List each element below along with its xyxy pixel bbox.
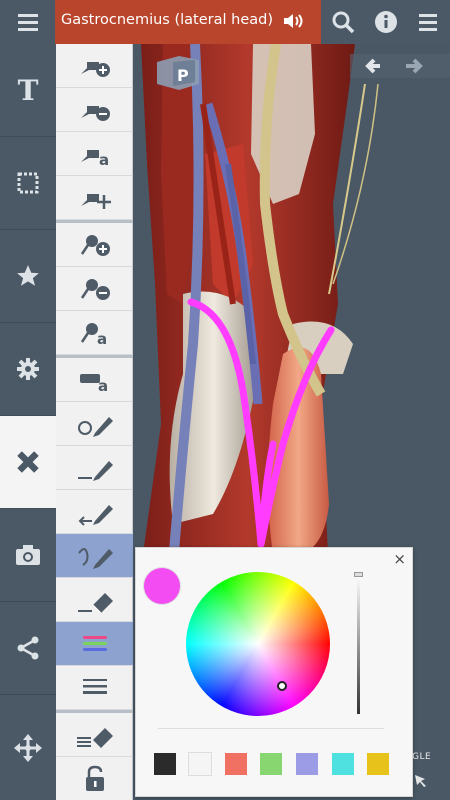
nav-draw[interactable]: [0, 416, 56, 509]
color-picker-panel: ×: [135, 547, 413, 797]
unlock-icon: [85, 765, 104, 791]
svg-text:a: a: [97, 330, 107, 347]
brightness-slider-knob[interactable]: [354, 572, 363, 577]
move-arrows-icon: [14, 733, 42, 762]
pencil-ruler-icon: [17, 451, 39, 473]
marker-add-icon: [80, 234, 110, 256]
camera-icon: [16, 545, 40, 565]
nav-text[interactable]: T: [0, 44, 56, 137]
marker-label-tool[interactable]: a: [56, 311, 133, 355]
star-icon: [17, 265, 39, 286]
menu-button[interactable]: [0, 0, 56, 44]
selection-frame-icon: [17, 172, 39, 194]
app-root: P Gastrocnemius (lateral head) T a a a ×…: [0, 0, 450, 800]
freehand-tool[interactable]: [56, 534, 133, 578]
menu-icon: [18, 14, 38, 31]
structure-title-bar[interactable]: Gastrocnemius (lateral head): [55, 0, 321, 44]
corner-label: GLE: [412, 752, 432, 762]
nav-select[interactable]: [0, 137, 56, 230]
close-icon[interactable]: ×: [393, 550, 406, 568]
freehand-pen-icon: [77, 547, 113, 569]
nav-settings[interactable]: [0, 323, 56, 416]
info-icon: [375, 11, 397, 33]
left-nav: T: [0, 44, 56, 800]
nav-favorites[interactable]: [0, 230, 56, 323]
pin-remove-icon: [80, 105, 110, 121]
move-pin-tool[interactable]: [56, 176, 133, 220]
info-button[interactable]: [366, 0, 406, 44]
swatch-black[interactable]: [154, 753, 176, 775]
overflow-menu-icon: [419, 14, 437, 31]
history-arrows: [350, 54, 450, 78]
text-label-tool[interactable]: a: [56, 358, 133, 402]
line-color-tool[interactable]: [56, 622, 133, 666]
top-bar: Gastrocnemius (lateral head): [0, 0, 450, 44]
swatch-cyan[interactable]: [332, 753, 354, 775]
line-colors-icon: [82, 635, 107, 651]
color-wheel[interactable]: [186, 572, 330, 716]
nav-move[interactable]: [0, 695, 56, 800]
nav-camera[interactable]: [0, 509, 56, 602]
line-width-icon: [82, 678, 107, 694]
clear-eraser-icon: [76, 727, 113, 748]
overflow-menu-button[interactable]: [408, 0, 448, 44]
eraser-icon: [77, 592, 113, 613]
speaker-icon[interactable]: [283, 12, 305, 30]
add-pin-tool[interactable]: [56, 44, 133, 88]
color-wheel-marker[interactable]: [277, 681, 287, 691]
search-button[interactable]: [323, 0, 363, 44]
line-width-tool[interactable]: [56, 666, 133, 710]
arrow-tool[interactable]: [56, 490, 133, 534]
nav-share[interactable]: [0, 602, 56, 695]
swatch-green[interactable]: [260, 753, 282, 775]
arrow-pen-icon: [78, 504, 113, 526]
svg-text:a: a: [99, 151, 109, 168]
eraser-tool[interactable]: [56, 578, 133, 622]
orientation-cube-label[interactable]: P: [177, 66, 189, 85]
swatch-red[interactable]: [225, 753, 247, 775]
pin-add-icon: [80, 61, 110, 77]
lock-tool[interactable]: [56, 757, 133, 800]
remove-pin-tool[interactable]: [56, 88, 133, 132]
pin-label-icon: a: [80, 149, 109, 168]
panel-divider: [158, 728, 384, 729]
swatch-yellow[interactable]: [367, 753, 389, 775]
circle-tool[interactable]: [56, 402, 133, 446]
search-icon: [332, 11, 355, 34]
pin-move-icon: [80, 193, 111, 209]
clear-drawing-tool[interactable]: [56, 713, 133, 757]
text-icon: T: [17, 73, 39, 107]
text-label-icon: a: [79, 373, 108, 394]
structure-title: Gastrocnemius (lateral head): [61, 12, 273, 28]
svg-text:a: a: [98, 377, 108, 394]
current-color-swatch: [144, 568, 180, 604]
add-marker-tool[interactable]: [56, 223, 133, 267]
drawing-tool-strip: a a a: [56, 44, 133, 800]
marker-remove-icon: [80, 278, 110, 300]
swatch-white[interactable]: [189, 753, 211, 775]
swatch-lavender[interactable]: [296, 753, 318, 775]
cursor-arrow-icon: [415, 775, 426, 787]
pin-label-tool[interactable]: a: [56, 132, 133, 176]
circle-pen-icon: [77, 416, 113, 437]
line-tool[interactable]: [56, 446, 133, 490]
line-pen-icon: [77, 460, 113, 481]
remove-marker-tool[interactable]: [56, 267, 133, 311]
brightness-slider[interactable]: [357, 574, 360, 714]
gear-icon: [17, 358, 39, 380]
marker-label-icon: a: [80, 322, 107, 347]
share-icon: [17, 636, 39, 660]
